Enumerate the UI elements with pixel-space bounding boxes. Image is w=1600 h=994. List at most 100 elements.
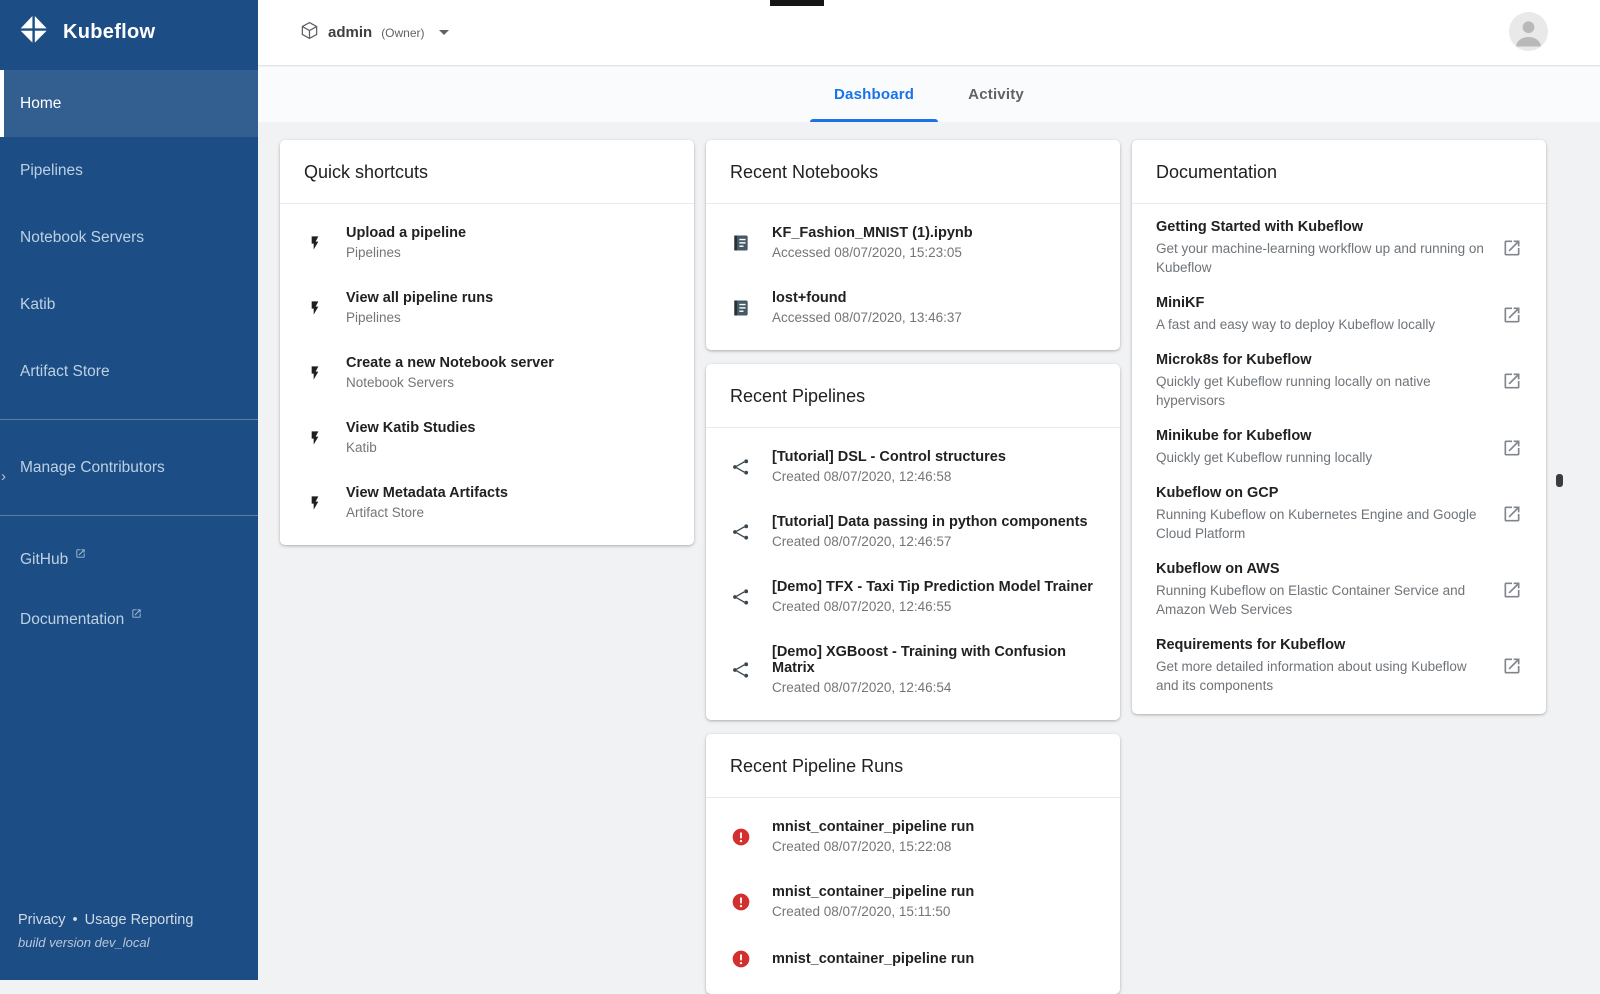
item-title: Create a new Notebook server: [346, 355, 554, 371]
pipeline-item[interactable]: [Tutorial] DSL - Control structures Crea…: [706, 434, 1120, 499]
sidebar-nav-item[interactable]: Pipelines: [0, 137, 258, 204]
item-title: [Demo] XGBoost - Training with Confusion…: [772, 644, 1067, 676]
sidebar-nav-item-label: Pipelines: [20, 161, 83, 179]
usage-reporting-link[interactable]: Usage Reporting: [85, 912, 194, 928]
card-recent-notebooks: Recent Notebooks KF_Fashion_MNIST (1).ip…: [706, 140, 1120, 350]
doc-title: Microk8s for Kubeflow: [1156, 352, 1312, 368]
sidebar-external-link[interactable]: Documentation: [0, 590, 258, 650]
sidebar: Kubeflow Home Pipelines Notebook Servers…: [0, 0, 258, 980]
sidebar-external-links: GitHub Documentation: [0, 530, 258, 650]
namespace-name: admin: [328, 24, 373, 41]
sidebar-nav-item[interactable]: Home: [0, 70, 258, 137]
pipeline-run-item[interactable]: mnist_container_pipeline run: [706, 934, 1120, 984]
documentation-link-item[interactable]: Microk8s for Kubeflow Quickly get Kubefl…: [1132, 343, 1546, 419]
item-title: lost+found: [772, 290, 847, 306]
sidebar-nav-item[interactable]: Katib: [0, 271, 258, 338]
avatar[interactable]: [1509, 12, 1548, 51]
open-in-new-icon: [131, 606, 142, 624]
tab[interactable]: Dashboard: [807, 67, 941, 122]
pipeline-item[interactable]: [Demo] TFX - Taxi Tip Prediction Model T…: [706, 564, 1120, 629]
item-title: KF_Fashion_MNIST (1).ipynb: [772, 225, 973, 241]
column-middle: Recent Notebooks KF_Fashion_MNIST (1).ip…: [706, 140, 1120, 994]
quick-shortcut-item[interactable]: View Metadata Artifacts Artifact Store: [280, 470, 694, 535]
doc-title: Minikube for Kubeflow: [1156, 428, 1312, 444]
card-title: Recent Pipelines: [706, 364, 1120, 428]
tab-label: Activity: [968, 86, 1024, 103]
card-quick-shortcuts: Quick shortcuts Upload a pipeline Pipeli…: [280, 140, 694, 545]
open-in-new-icon: [1502, 371, 1522, 391]
documentation-link-item[interactable]: MiniKF A fast and easy way to deploy Kub…: [1132, 286, 1546, 343]
bolt-icon: [304, 298, 326, 318]
notebook-item[interactable]: lost+found Accessed 08/07/2020, 13:46:37: [706, 275, 1120, 340]
sidebar-nav-item-label: Manage Contributors: [20, 458, 165, 476]
doc-title: Kubeflow on GCP: [1156, 485, 1279, 501]
pipeline-icon: [730, 587, 752, 607]
sidebar-external-link[interactable]: GitHub: [0, 530, 258, 590]
sidebar-nav-item-manage-contributors[interactable]: Manage Contributors: [0, 434, 258, 501]
item-subtitle: Created 08/07/2020, 15:11:50: [772, 904, 951, 919]
namespace-selector[interactable]: admin (Owner): [300, 21, 449, 45]
item-title: View Metadata Artifacts: [346, 485, 508, 501]
quick-shortcut-item[interactable]: Create a new Notebook server Notebook Se…: [280, 340, 694, 405]
privacy-link[interactable]: Privacy: [18, 912, 66, 928]
card-title: Quick shortcuts: [280, 140, 694, 204]
avatar-icon: [1509, 12, 1548, 51]
recent-pipelines-list: [Tutorial] DSL - Control structures Crea…: [706, 428, 1120, 720]
pipeline-run-item[interactable]: mnist_container_pipeline run Created 08/…: [706, 804, 1120, 869]
pipeline-run-item[interactable]: mnist_container_pipeline run Created 08/…: [706, 869, 1120, 934]
item-subtitle: Pipelines: [346, 245, 401, 260]
sidebar-collapse-chevron[interactable]: ›: [1, 468, 6, 485]
sidebar-footer: Privacy • Usage Reporting build version …: [18, 912, 193, 950]
doc-description: Get more detailed information about usin…: [1156, 659, 1467, 693]
card-documentation: Documentation Getting Started with Kubef…: [1132, 140, 1546, 714]
quick-shortcut-item[interactable]: Upload a pipeline Pipelines: [280, 210, 694, 275]
kubeflow-logo-icon: [18, 14, 50, 51]
documentation-link-item[interactable]: Minikube for Kubeflow Quickly get Kubefl…: [1132, 419, 1546, 476]
notebook-item[interactable]: KF_Fashion_MNIST (1).ipynb Accessed 08/0…: [706, 210, 1120, 275]
documentation-link-item[interactable]: Requirements for Kubeflow Get more detai…: [1132, 628, 1546, 704]
sidebar-nav-item-label: Katib: [20, 295, 56, 313]
pipeline-item[interactable]: [Tutorial] Data passing in python compon…: [706, 499, 1120, 564]
tab-bar: Dashboard Activity: [258, 67, 1600, 122]
item-subtitle: Created 08/07/2020, 12:46:58: [772, 469, 952, 484]
namespace-cube-icon: [300, 21, 319, 45]
card-title: Recent Pipeline Runs: [706, 734, 1120, 798]
item-title: View all pipeline runs: [346, 290, 494, 306]
documentation-link-item[interactable]: Kubeflow on AWS Running Kubeflow on Elas…: [1132, 552, 1546, 628]
sidebar-external-link-label: GitHub: [20, 551, 69, 568]
bolt-icon: [304, 363, 326, 383]
quick-shortcut-item[interactable]: View Katib Studies Katib: [280, 405, 694, 470]
clipped-page-title-artifact: [770, 0, 824, 6]
brand: Kubeflow: [0, 0, 258, 64]
open-in-new-icon: [1502, 656, 1522, 676]
footer-separator: •: [72, 912, 78, 928]
notebook-icon: [730, 233, 752, 253]
pipeline-icon: [730, 457, 752, 477]
sidebar-nav-item-label: Artifact Store: [20, 362, 110, 380]
quick-shortcut-item[interactable]: View all pipeline runs Pipelines: [280, 275, 694, 340]
doc-description: A fast and easy way to deploy Kubeflow l…: [1156, 317, 1436, 332]
tab[interactable]: Activity: [941, 67, 1051, 122]
item-title: [Demo] TFX - Taxi Tip Prediction Model T…: [772, 579, 1093, 595]
sidebar-nav-item-label: Notebook Servers: [20, 228, 145, 246]
pipeline-item[interactable]: [Demo] XGBoost - Training with Confusion…: [706, 629, 1120, 710]
column-right: Documentation Getting Started with Kubef…: [1132, 140, 1546, 714]
bolt-icon: [304, 428, 326, 448]
item-title: Upload a pipeline: [346, 225, 467, 241]
open-in-new-icon: [1502, 438, 1522, 458]
item-subtitle: Pipelines: [346, 310, 401, 325]
item-subtitle: Created 08/07/2020, 12:46:55: [772, 599, 952, 614]
error-icon: [730, 892, 752, 912]
build-version: build version dev_local: [18, 935, 150, 950]
documentation-link-item[interactable]: Getting Started with Kubeflow Get your m…: [1132, 210, 1546, 286]
card-recent-pipeline-runs: Recent Pipeline Runs mnist_container_pip…: [706, 734, 1120, 994]
card-recent-pipelines: Recent Pipelines [Tutorial] DSL - Contro…: [706, 364, 1120, 720]
brand-name: Kubeflow: [63, 20, 156, 43]
sidebar-nav-item[interactable]: Notebook Servers: [0, 204, 258, 271]
documentation-link-item[interactable]: Kubeflow on GCP Running Kubeflow on Kube…: [1132, 476, 1546, 552]
scrollbar-thumb[interactable]: [1556, 474, 1563, 487]
sidebar-nav-item[interactable]: Artifact Store: [0, 338, 258, 405]
topbar: admin (Owner): [258, 0, 1600, 66]
sidebar-nav-item-label: Home: [20, 94, 62, 112]
open-in-new-icon: [1502, 504, 1522, 524]
